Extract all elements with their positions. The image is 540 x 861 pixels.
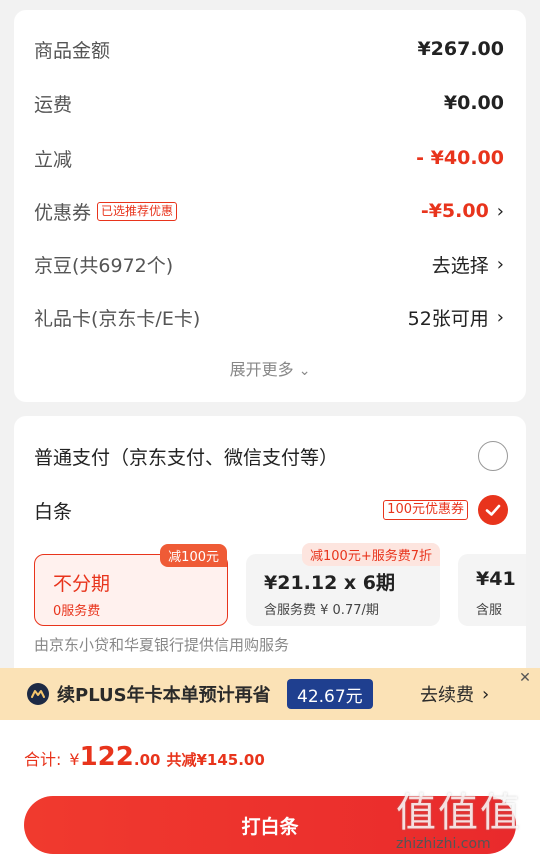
- gift-card-value: 52张可用: [407, 307, 489, 330]
- plan-title: 不分期: [53, 573, 111, 595]
- plus-savings-badge: 42.67元: [287, 679, 373, 709]
- payment-option-baitiao[interactable]: 白条 100元优惠券: [34, 495, 508, 525]
- checkout-bar: 合计: ¥ 122 .00 共减¥145.00 打白条: [0, 720, 540, 861]
- coupon-recommended-tag: 已选推荐优惠: [97, 201, 178, 221]
- plan-sub: 含服: [476, 603, 503, 618]
- gift-card-label: 礼品卡(京东卡/E卡): [34, 307, 201, 330]
- shipping-value: ¥0.00: [443, 92, 504, 114]
- expand-more-label: 展开更多: [229, 360, 294, 379]
- total-label: 合计:: [24, 750, 62, 769]
- summary-row-gift-card[interactable]: 礼品卡(京东卡/E卡) 52张可用 ›: [34, 302, 504, 332]
- order-summary-card: 商品金额 ¥267.00 运费 ¥0.00 立减 - ¥40.00 优惠券 已选…: [14, 10, 526, 402]
- summary-row-goods-amount: 商品金额 ¥267.00: [34, 34, 504, 64]
- discount-label: 立减: [34, 148, 73, 171]
- jingdou-value: 去选择: [431, 254, 489, 277]
- expand-more-button[interactable]: 展开更多 ⌄: [14, 356, 526, 380]
- plan-sub: 0服务费: [53, 604, 101, 619]
- total-decimal: .00: [133, 751, 161, 769]
- installment-plan-6[interactable]: 减100元+服务费7折 ¥21.12 x 6期 含服务费 ¥ 0.77/期: [246, 543, 440, 626]
- payment-option-normal[interactable]: 普通支付（京东支付、微信支付等）: [34, 441, 508, 471]
- coupon-value: -¥5.00: [420, 200, 489, 222]
- goods-amount-value: ¥267.00: [417, 38, 504, 60]
- plan-badge: 减100元+服务费7折: [302, 543, 440, 566]
- summary-row-jingdou[interactable]: 京豆(共6972个) 去选择 ›: [34, 249, 504, 279]
- installment-plan-none[interactable]: 减100元 不分期 0服务费: [34, 544, 228, 626]
- normal-payment-label: 普通支付（京东支付、微信支付等）: [34, 446, 339, 469]
- pay-with-baitiao-button[interactable]: 打白条: [24, 796, 516, 854]
- plus-renew-label: 去续费: [420, 685, 474, 706]
- baitiao-label: 白条: [34, 500, 73, 523]
- payment-method-card: 普通支付（京东支付、微信支付等） 白条 100元优惠券 减100元 不分期 0服…: [14, 416, 526, 676]
- radio-checked-icon[interactable]: [478, 495, 508, 525]
- coupon-value-group[interactable]: -¥5.00 ›: [421, 200, 504, 222]
- jingdou-label: 京豆(共6972个): [34, 254, 174, 277]
- plan-sub: 含服务费 ¥ 0.77/期: [264, 603, 379, 618]
- plus-logo-icon: [27, 683, 49, 705]
- coupon-label: 优惠券: [34, 201, 92, 224]
- plan-badge: 减100元: [160, 544, 227, 567]
- plus-promo-text: 续PLUS年卡本单预计再省: [57, 685, 271, 706]
- gift-card-value-group[interactable]: 52张可用 ›: [408, 304, 504, 331]
- jingdou-value-group[interactable]: 去选择 ›: [432, 251, 504, 278]
- credit-provider-note: 由京东小贷和华夏银行提供信用购服务: [34, 636, 290, 654]
- plan-title: ¥41: [476, 568, 516, 590]
- summary-row-coupon[interactable]: 优惠券 已选推荐优惠 -¥5.00 ›: [34, 196, 504, 226]
- shipping-label: 运费: [34, 93, 73, 116]
- close-icon[interactable]: ✕: [514, 668, 536, 690]
- summary-row-shipping: 运费 ¥0.00: [34, 88, 504, 118]
- plus-renewal-banner[interactable]: 续PLUS年卡本单预计再省 42.67元 去续费 › ✕: [0, 668, 540, 720]
- plan-title: ¥21.12 x 6期: [264, 572, 396, 594]
- total-amount: 合计: ¥ 122 .00 共减¥145.00: [24, 742, 265, 772]
- currency-symbol: ¥: [69, 750, 80, 769]
- radio-unchecked-icon[interactable]: [478, 441, 508, 471]
- chevron-right-icon: ›: [482, 683, 490, 705]
- goods-amount-label: 商品金额: [34, 39, 111, 62]
- discount-value: - ¥40.00: [416, 147, 504, 169]
- summary-row-discount: 立减 - ¥40.00: [34, 143, 504, 173]
- plus-renew-link[interactable]: 去续费 ›: [420, 681, 489, 707]
- coupon-label-group: 优惠券 已选推荐优惠: [34, 198, 178, 225]
- total-integer: 122: [79, 742, 134, 772]
- chevron-right-icon: ›: [496, 253, 504, 275]
- chevron-right-icon: ›: [496, 306, 504, 328]
- installment-plan-12[interactable]: ¥41 含服: [458, 554, 526, 626]
- chevron-right-icon: ›: [496, 200, 504, 222]
- total-saved: 共减¥145.00: [166, 751, 265, 769]
- baitiao-coupon-tag: 100元优惠券: [383, 500, 468, 520]
- chevron-down-icon: ⌄: [298, 363, 311, 379]
